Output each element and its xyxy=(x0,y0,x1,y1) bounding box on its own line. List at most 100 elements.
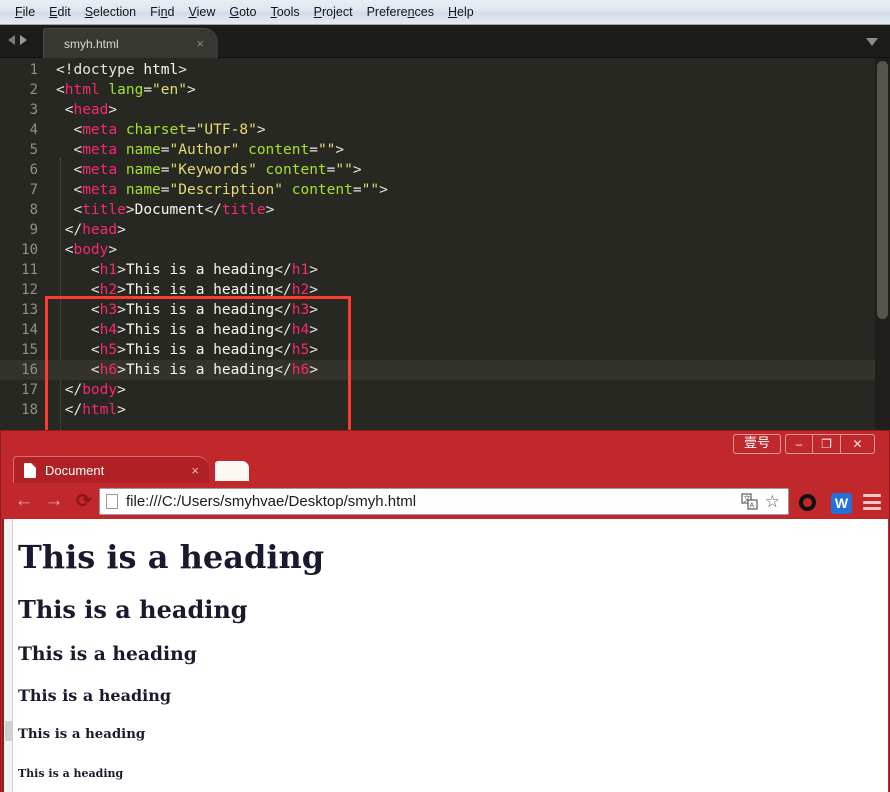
browser-tab-document[interactable]: Document × xyxy=(13,456,209,483)
close-icon[interactable]: × xyxy=(191,463,199,478)
code-line[interactable]: 8 <title>Document</title> xyxy=(0,200,890,220)
page-heading-h2: This is a heading xyxy=(18,595,248,624)
code-line[interactable]: 12 <h2>This is a heading</h2> xyxy=(0,280,890,300)
line-number: 15 xyxy=(21,342,38,358)
line-number: 11 xyxy=(21,262,38,278)
code-line-text: </html> xyxy=(56,402,126,418)
sublime-text-window: File Edit Selection Find View Goto Tools Projec… xyxy=(0,0,890,436)
menu-item-goto[interactable]: Goto xyxy=(222,3,263,21)
menu-bar: File Edit Selection Find View Goto Tools Projec… xyxy=(0,0,890,25)
editor-scrollbar-thumb[interactable] xyxy=(877,61,888,319)
line-number: 12 xyxy=(21,282,38,298)
menu-item-view[interactable]: View xyxy=(181,3,222,21)
svg-text:A: A xyxy=(749,503,754,510)
code-line[interactable]: 15 <h5>This is a heading</h5> xyxy=(0,340,890,360)
line-number: 6 xyxy=(29,162,38,178)
hamburger-line xyxy=(863,507,881,510)
chevron-down-icon[interactable] xyxy=(866,38,878,46)
page-viewport: This is a heading This is a heading This i… xyxy=(2,519,888,792)
code-line[interactable]: 10 <body> xyxy=(0,240,890,260)
menu-item-edit[interactable]: Edit xyxy=(42,3,78,21)
editor-tab-smyh-html[interactable]: smyh.html × xyxy=(43,28,218,58)
menu-item-find[interactable]: Find xyxy=(143,3,181,21)
code-line[interactable]: 9 </head> xyxy=(0,220,890,240)
hamburger-line xyxy=(863,494,881,497)
code-line-text: <meta name="Description" content=""> xyxy=(56,182,388,198)
brand-button[interactable]: 壹号 xyxy=(733,434,781,454)
menu-item-tools[interactable]: Tools xyxy=(263,3,306,21)
line-number: 16 xyxy=(21,362,38,378)
code-line-text: <h4>This is a heading</h4> xyxy=(56,322,318,338)
triangle-left-icon[interactable] xyxy=(8,35,15,45)
code-line[interactable]: 17 </body> xyxy=(0,380,890,400)
page-icon xyxy=(106,494,118,509)
code-line-text: <h2>This is a heading</h2> xyxy=(56,282,318,298)
line-number: 14 xyxy=(21,322,38,338)
bookmark-star-icon[interactable]: ☆ xyxy=(765,493,780,510)
code-line[interactable]: 16 <h6>This is a heading</h6> xyxy=(0,360,890,380)
w-extension-icon[interactable]: W xyxy=(831,493,852,514)
line-number: 3 xyxy=(29,102,38,118)
code-line[interactable]: 11 <h1>This is a heading</h1> xyxy=(0,260,890,280)
menu-item-help[interactable]: Help xyxy=(441,3,481,21)
page-scrollbar-thumb[interactable] xyxy=(5,721,12,741)
code-line[interactable]: 3 <head> xyxy=(0,100,890,120)
code-line[interactable]: 13 <h3>This is a heading</h3> xyxy=(0,300,890,320)
page-heading-h4: This is a heading xyxy=(18,686,172,705)
line-number: 7 xyxy=(29,182,38,198)
editor-scrollbar[interactable] xyxy=(875,58,890,436)
menu-item-project[interactable]: Project xyxy=(307,3,360,21)
page-heading-h3: This is a heading xyxy=(18,643,197,665)
page-heading-h5: This is a heading xyxy=(18,727,146,742)
triangle-right-icon[interactable] xyxy=(20,35,27,45)
translate-icon[interactable]: 文 A xyxy=(741,493,758,510)
code-line[interactable]: 4 <meta charset="UTF-8"> xyxy=(0,120,890,140)
menu-item-preferences[interactable]: Preferences xyxy=(360,3,441,21)
browser-tab-strip: Document × xyxy=(1,455,889,483)
menu-item-selection[interactable]: Selection xyxy=(78,3,143,21)
code-line-text: <h5>This is a heading</h5> xyxy=(56,342,318,358)
line-number: 13 xyxy=(21,302,38,318)
line-number: 1 xyxy=(29,62,38,78)
code-line-text: <title>Document</title> xyxy=(56,202,275,218)
code-line[interactable]: 6 <meta name="Keywords" content=""> xyxy=(0,160,890,180)
code-line-text: </head> xyxy=(56,222,126,238)
editor-tab-bar: smyh.html × xyxy=(0,25,890,58)
code-line-text: <h1>This is a heading</h1> xyxy=(56,262,318,278)
page-heading-h6: This is a heading xyxy=(18,767,124,780)
code-line[interactable]: 1 <!doctype html> xyxy=(0,60,890,80)
address-bar[interactable]: file:///C:/Users/smyhvae/Desktop/smyh.ht… xyxy=(99,488,789,515)
new-tab-button[interactable] xyxy=(215,461,249,481)
line-number: 2 xyxy=(29,82,38,98)
code-line-text: <body> xyxy=(56,242,118,258)
line-number: 8 xyxy=(29,202,38,218)
code-line-text: <html lang="en"> xyxy=(56,82,196,98)
hamburger-menu-icon[interactable] xyxy=(863,494,881,510)
reload-button[interactable]: ⟳ xyxy=(69,486,99,516)
code-line[interactable]: 5 <meta name="Author" content=""> xyxy=(0,140,890,160)
code-line-text: <head> xyxy=(56,102,118,118)
code-line[interactable]: 18 </html> xyxy=(0,400,890,420)
close-icon[interactable]: × xyxy=(196,36,204,51)
code-line[interactable]: 2 <html lang="en"> xyxy=(0,80,890,100)
page-icon xyxy=(24,462,36,478)
code-editor-area[interactable]: 1 <!doctype html> 2 <html lang="en"> 3 <head… xyxy=(0,58,890,436)
page-scrollbar[interactable] xyxy=(4,519,13,792)
menu-item-file[interactable]: File xyxy=(8,3,42,21)
code-line-text: <h3>This is a heading</h3> xyxy=(56,302,318,318)
close-button[interactable]: ✕ xyxy=(841,434,875,454)
browser-window: 壹号 – ❐ ✕ Document × ← → ⟳ file:///C:/Use… xyxy=(0,430,890,792)
code-line-text: <meta name="Author" content=""> xyxy=(56,142,345,158)
minimize-button[interactable]: – xyxy=(785,434,813,454)
browser-tab-title: Document xyxy=(45,462,105,478)
code-line[interactable]: 7 <meta name="Description" content=""> xyxy=(0,180,890,200)
circle-extension-icon[interactable] xyxy=(799,494,816,511)
code-line-text: </body> xyxy=(56,382,126,398)
tab-nav-arrows[interactable] xyxy=(8,35,27,45)
back-button[interactable]: ← xyxy=(9,486,39,516)
code-line[interactable]: 14 <h4>This is a heading</h4> xyxy=(0,320,890,340)
line-number: 18 xyxy=(21,402,38,418)
maximize-button[interactable]: ❐ xyxy=(813,434,841,454)
line-number: 10 xyxy=(21,242,38,258)
forward-button[interactable]: → xyxy=(39,486,69,516)
